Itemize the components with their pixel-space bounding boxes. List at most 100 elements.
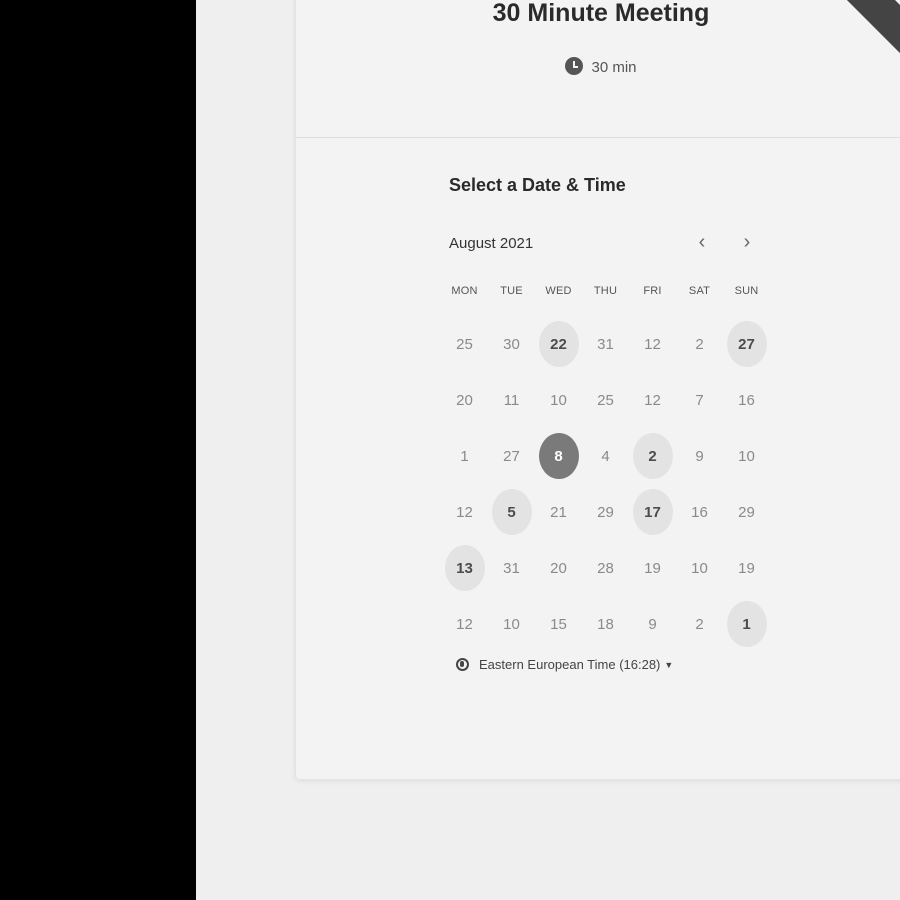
day-cell: 25: [441, 316, 488, 372]
day-cell: 30: [488, 316, 535, 372]
day-cell: 2: [676, 316, 723, 372]
day-number: 9: [648, 615, 657, 633]
globe-icon: [456, 658, 469, 671]
day-cell: 10: [535, 372, 582, 428]
day-cell: 29: [723, 484, 770, 540]
day-cell: 20: [535, 540, 582, 596]
day-number: 25: [456, 335, 473, 353]
day-number: 10: [503, 615, 520, 633]
event-duration: 30 min: [296, 57, 900, 76]
available-day[interactable]: 22: [538, 321, 579, 367]
day-cell: 5: [488, 484, 535, 540]
calendar-days: 25 30 22 31 12 2 27 20 11 10 25 12 7 16 1 27 8 4 2 9 10 12 5 21…: [441, 316, 771, 652]
day-number: 19: [738, 559, 755, 577]
timezone-selector[interactable]: Eastern European Time (16:28) ▼: [456, 657, 673, 672]
available-day[interactable]: 13: [444, 545, 485, 591]
weekday-label: MON: [451, 285, 478, 297]
day-number: 1: [460, 447, 469, 465]
day-number: 10: [738, 447, 755, 465]
day-cell: 1: [441, 428, 488, 484]
day-number: 19: [644, 559, 661, 577]
calendar-grid: MON TUE WED THU FRI SAT SUN 25 30 22 31 12 2 27 20 11 1…: [441, 285, 771, 652]
left-black-panel: [0, 0, 196, 900]
header-divider: [296, 137, 900, 138]
day-cell: 2: [676, 596, 723, 652]
scheduling-card: 30 Minute Meeting 30 min Select a Date &…: [295, 0, 900, 780]
clock-icon: [565, 57, 584, 75]
day-number: 25: [597, 391, 614, 409]
day-number: 27: [503, 447, 520, 465]
duration-label: 30 min: [591, 59, 637, 76]
day-cell: 7: [676, 372, 723, 428]
day-cell: 29: [582, 484, 629, 540]
selected-day[interactable]: 8: [538, 433, 579, 479]
day-cell: 27: [488, 428, 535, 484]
day-cell: 9: [676, 428, 723, 484]
day-cell: 12: [441, 596, 488, 652]
weekday-label: SAT: [688, 285, 711, 297]
event-title: 30 Minute Meeting: [492, 0, 710, 27]
day-cell: 16: [676, 484, 723, 540]
month-label: August 2021: [449, 235, 534, 252]
day-number: 12: [644, 335, 661, 353]
day-number: 15: [550, 615, 567, 633]
day-cell: 11: [488, 372, 535, 428]
day-number: 18: [597, 615, 614, 633]
day-number: 16: [738, 391, 755, 409]
day-number: 20: [456, 391, 473, 409]
day-number: 10: [550, 391, 567, 409]
available-day[interactable]: 2: [632, 433, 673, 479]
month-navigation: August 2021 ‹ ›: [449, 231, 759, 253]
day-number: 10: [691, 559, 708, 577]
day-number: 7: [695, 391, 704, 409]
day-number: 29: [738, 503, 755, 521]
day-number: 20: [550, 559, 567, 577]
timezone-label: Eastern European Time (16:28): [479, 657, 661, 672]
available-day[interactable]: 17: [632, 489, 673, 535]
day-cell: 19: [723, 540, 770, 596]
day-cell: 8: [535, 428, 582, 484]
day-cell: 10: [723, 428, 770, 484]
day-number: 16: [691, 503, 708, 521]
day-cell: 31: [582, 316, 629, 372]
day-number: 2: [695, 615, 704, 633]
day-cell: 12: [629, 316, 676, 372]
weekday-header: MON TUE WED THU FRI SAT SUN: [441, 285, 771, 309]
weekday-label: FRI: [643, 285, 662, 297]
weekday-label: SUN: [734, 285, 759, 297]
day-cell: 31: [488, 540, 535, 596]
available-day[interactable]: 27: [726, 321, 767, 367]
day-cell: 10: [488, 596, 535, 652]
weekday-label: TUE: [500, 285, 523, 297]
day-number: 2: [695, 335, 704, 353]
day-cell: 4: [582, 428, 629, 484]
day-number: 31: [503, 559, 520, 577]
day-cell: 16: [723, 372, 770, 428]
day-cell: 12: [441, 484, 488, 540]
available-day[interactable]: 5: [491, 489, 532, 535]
day-cell: 25: [582, 372, 629, 428]
day-number: 31: [597, 335, 614, 353]
day-number: 28: [597, 559, 614, 577]
day-number: 4: [601, 447, 610, 465]
day-cell: 19: [629, 540, 676, 596]
day-cell: 27: [723, 316, 770, 372]
day-number: 9: [695, 447, 704, 465]
next-month-button[interactable]: ›: [734, 229, 760, 255]
day-cell: 20: [441, 372, 488, 428]
day-cell: 10: [676, 540, 723, 596]
day-number: 29: [597, 503, 614, 521]
day-cell: 9: [629, 596, 676, 652]
day-cell: 17: [629, 484, 676, 540]
day-number: 12: [456, 503, 473, 521]
day-number: 11: [503, 391, 520, 409]
day-cell: 22: [535, 316, 582, 372]
day-cell: 18: [582, 596, 629, 652]
weekday-label: THU: [593, 285, 618, 297]
day-cell: 15: [535, 596, 582, 652]
day-cell: 21: [535, 484, 582, 540]
day-number: 30: [503, 335, 520, 353]
section-heading: Select a Date & Time: [449, 175, 626, 195]
available-day[interactable]: 1: [726, 601, 767, 647]
previous-month-button[interactable]: ‹: [689, 229, 715, 255]
